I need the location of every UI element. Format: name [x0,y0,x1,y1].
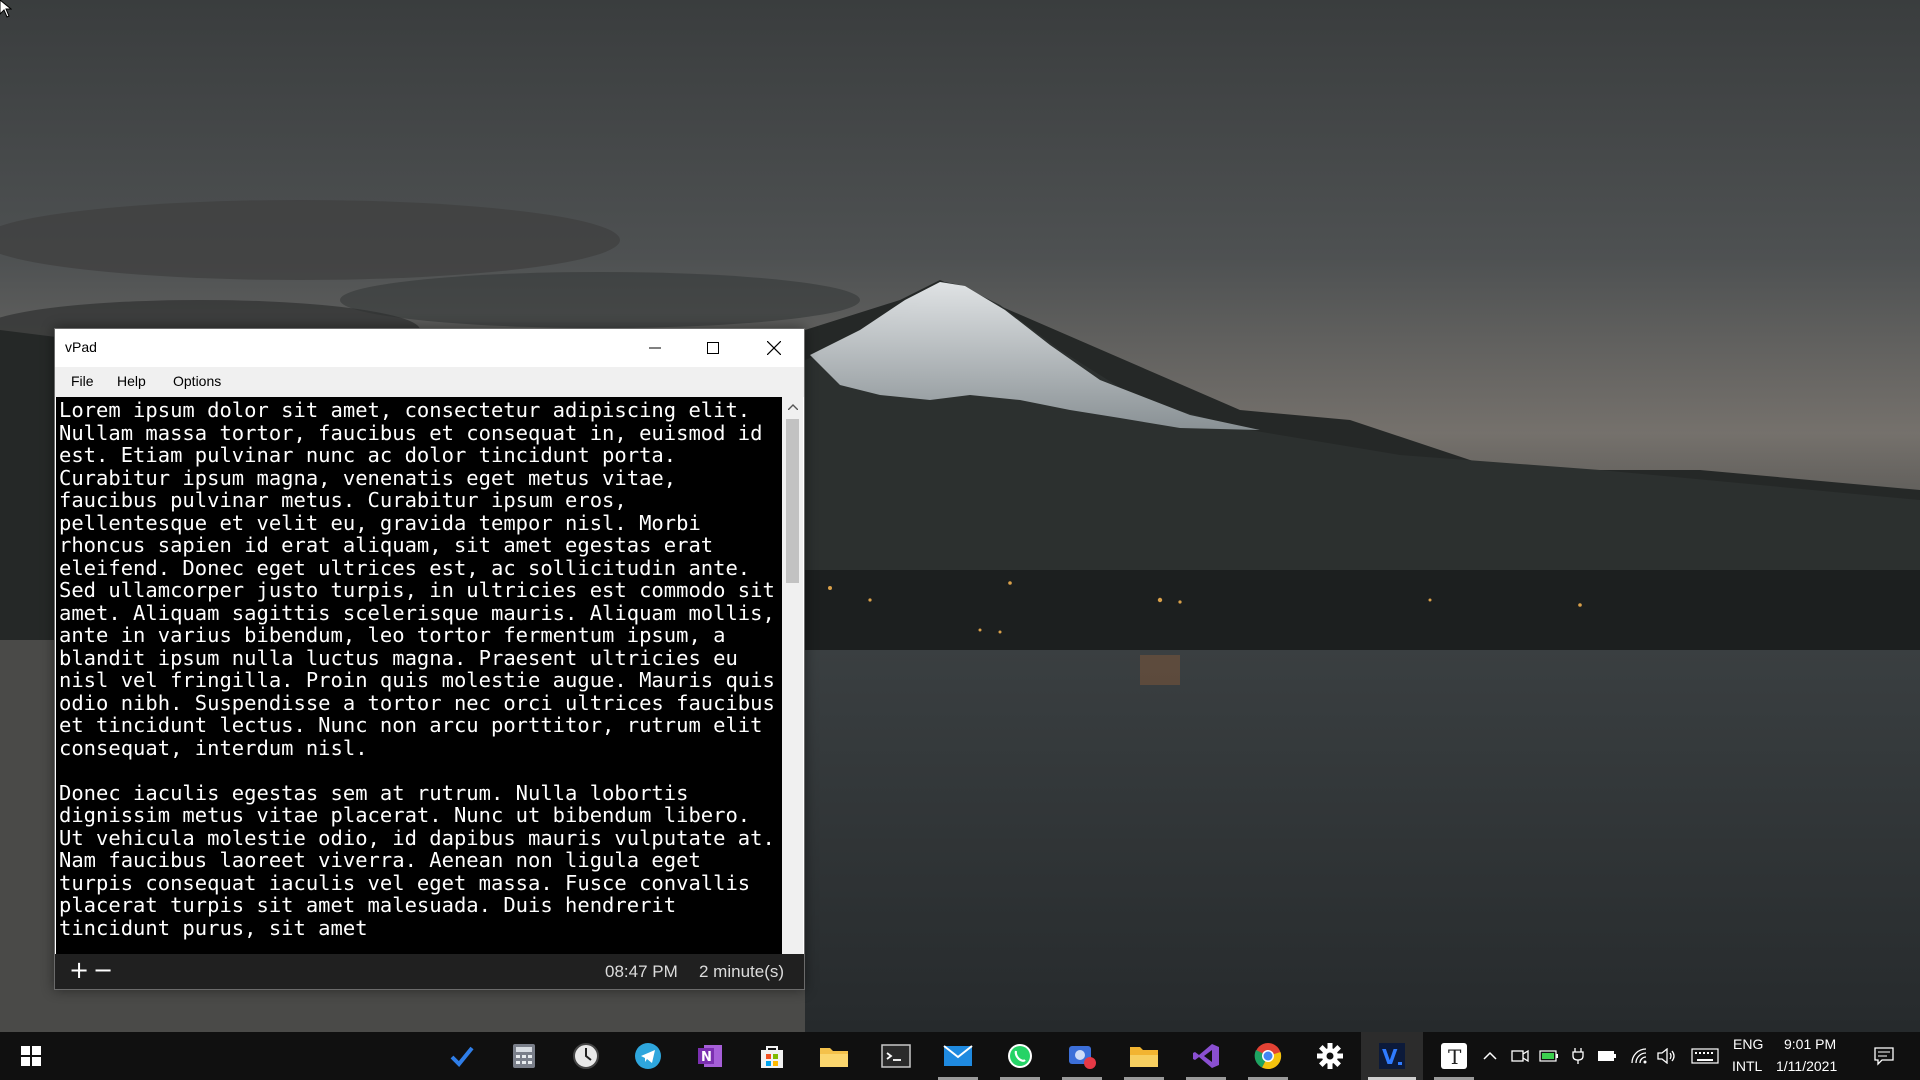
title-bar[interactable]: vPad [55,329,804,367]
notification-icon [1874,1047,1894,1066]
onenote-icon: N [698,1045,722,1067]
store-icon [761,1046,783,1068]
telegram-icon [635,1043,661,1069]
text-editor[interactable]: Lorem ipsum dolor sit amet, consectetur … [56,397,782,954]
taskbar: N V T [0,1032,1920,1080]
taskbar-terminal[interactable] [865,1032,927,1080]
close-icon [767,341,781,355]
svg-text:N: N [701,1050,712,1065]
taskbar-onenote[interactable]: N [679,1032,741,1080]
window-title: vPad [65,339,97,355]
battery-icon [1598,1051,1616,1061]
tray-volume[interactable] [1655,1044,1679,1068]
tray-touch-keyboard[interactable] [1690,1044,1720,1068]
tray-battery-status[interactable] [1537,1044,1561,1068]
mouse-cursor-icon [0,0,12,18]
folder-icon [820,1048,848,1067]
windows-logo-icon [21,1046,41,1066]
keyboard-icon [1691,1048,1719,1064]
menu-bar: File Help Options [55,367,804,397]
checkmark-icon [450,1046,474,1067]
mail-icon [943,1045,973,1066]
zoom-out-button[interactable]: − [93,957,113,983]
status-bar: + − 08:47 PM 2 minute(s) [55,954,804,989]
speaker-icon [1657,1048,1675,1064]
minimize-button[interactable] [626,329,684,367]
recorder-icon [1069,1046,1096,1069]
taskbar-todo[interactable] [431,1032,493,1080]
taskbar-visual-studio[interactable] [1175,1032,1237,1080]
taskbar-settings[interactable] [1299,1032,1361,1080]
taskbar-chrome[interactable] [1237,1032,1299,1080]
close-button[interactable] [745,329,803,367]
gear-icon [1317,1043,1343,1069]
taskbar-clock[interactable] [555,1032,617,1080]
taskbar-clock-time[interactable]: 9:01 PM [1784,1036,1836,1052]
chrome-icon [1254,1043,1282,1070]
visual-studio-icon [1193,1044,1219,1068]
typora-icon: T [1441,1043,1467,1069]
maximize-button[interactable] [684,329,742,367]
input-language[interactable]: ENG [1733,1036,1763,1052]
taskbar-file-explorer[interactable] [803,1032,865,1080]
battery-green-icon [1539,1050,1558,1062]
vertical-scrollbar[interactable] [782,397,803,954]
taskbar-whatsapp[interactable] [989,1032,1051,1080]
vpad-window: vPad File Help Options Lorem ipsum dolor… [54,328,805,990]
input-layout[interactable]: INTL [1732,1058,1762,1074]
plug-icon [1572,1048,1584,1064]
chevron-up-icon [1483,1051,1497,1060]
action-center-button[interactable] [1872,1044,1896,1068]
taskbar-typora[interactable]: T [1423,1032,1485,1080]
vpad-icon: V [1379,1043,1405,1069]
chevron-up-icon [787,404,798,410]
status-time: 08:47 PM [605,962,678,981]
svg-text:T: T [1448,1045,1462,1069]
tray-wifi[interactable] [1628,1044,1652,1068]
start-button[interactable] [0,1032,62,1080]
whatsapp-icon [1008,1044,1032,1068]
camera-icon [1511,1049,1529,1063]
zoom-in-button[interactable]: + [69,957,89,983]
scroll-up-arrow[interactable] [782,397,803,417]
tray-power-plug[interactable] [1566,1044,1590,1068]
wifi-icon [1631,1048,1647,1064]
menu-help[interactable]: Help [113,373,150,389]
maximize-icon [707,342,719,354]
taskbar-clock-date[interactable]: 1/11/2021 [1776,1058,1837,1074]
clock-icon [573,1043,599,1069]
tray-camera[interactable] [1508,1044,1532,1068]
menu-file[interactable]: File [67,373,98,389]
editor-text[interactable]: Lorem ipsum dolor sit amet, consectetur … [56,397,781,939]
calculator-icon [513,1044,535,1068]
terminal-icon [881,1044,911,1068]
taskbar-vpad[interactable]: V [1361,1032,1423,1080]
status-duration: 2 minute(s) [699,962,785,981]
taskbar-calculator[interactable] [493,1032,555,1080]
minimize-icon [649,347,661,349]
taskbar-telegram[interactable] [617,1032,679,1080]
scroll-thumb[interactable] [786,419,799,583]
svg-text:V: V [1382,1045,1398,1069]
files-icon [1130,1047,1158,1067]
menu-options[interactable]: Options [169,373,225,389]
taskbar-store[interactable] [741,1032,803,1080]
tray-battery[interactable] [1595,1044,1619,1068]
taskbar-mail[interactable] [927,1032,989,1080]
show-hidden-icons-button[interactable] [1478,1044,1502,1068]
taskbar-recorder[interactable] [1051,1032,1113,1080]
taskbar-files[interactable] [1113,1032,1175,1080]
